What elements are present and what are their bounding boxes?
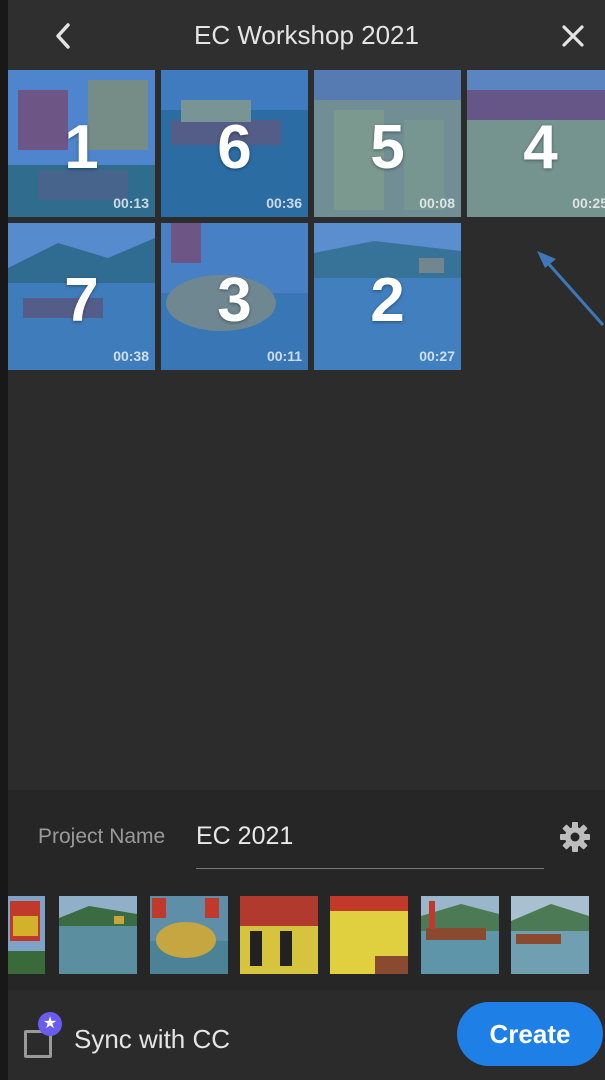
media-thumbnail[interactable] xyxy=(150,896,228,974)
page-title: EC Workshop 2021 xyxy=(194,20,419,50)
media-thumbnail[interactable] xyxy=(8,896,45,974)
thumbnail-image xyxy=(8,896,45,974)
media-thumbnail[interactable] xyxy=(240,896,318,974)
project-name-input[interactable]: EC 2021 xyxy=(196,822,293,851)
media-thumbnail-strip[interactable] xyxy=(8,896,605,976)
clip-duration: 00:27 xyxy=(419,348,455,364)
clip-tile[interactable]: 5 00:08 xyxy=(314,70,461,217)
close-button[interactable] xyxy=(557,20,589,52)
media-thumbnail[interactable] xyxy=(511,896,589,974)
settings-button[interactable] xyxy=(558,820,592,854)
project-panel: Project Name EC 2021 ★ Sync with CC Crea… xyxy=(8,790,605,1080)
clip-tile[interactable]: 3 00:11 xyxy=(161,223,308,370)
clip-tile[interactable]: 2 00:27 xyxy=(314,223,461,370)
clip-order-number: 6 xyxy=(217,113,252,182)
clip-order-number: 3 xyxy=(217,266,252,335)
footer-bar: ★ Sync with CC Create xyxy=(8,990,605,1080)
thumbnail-image xyxy=(240,896,318,974)
clip-duration: 00:08 xyxy=(419,195,455,211)
star-badge-icon: ★ xyxy=(38,1012,62,1036)
clip-duration: 00:25 xyxy=(572,195,605,211)
thumbnail-image xyxy=(59,896,137,974)
media-thumbnail[interactable] xyxy=(421,896,499,974)
close-icon xyxy=(562,25,584,47)
thumbnail-image xyxy=(511,896,589,974)
media-thumbnail[interactable] xyxy=(59,896,137,974)
thumbnail-image xyxy=(330,896,408,974)
top-bar: EC Workshop 2021 xyxy=(8,0,605,70)
clip-tile[interactable]: 1 00:13 xyxy=(8,70,155,217)
selected-clips-grid: 1 00:13 6 00:36 5 00:08 4 00:25 7 00:38 … xyxy=(8,70,605,370)
sync-label[interactable]: Sync with CC xyxy=(74,1024,230,1055)
clip-order-number: 1 xyxy=(64,113,99,182)
clip-tile[interactable]: 6 00:36 xyxy=(161,70,308,217)
media-thumbnail[interactable] xyxy=(330,896,408,974)
left-edge-strip xyxy=(0,0,8,1080)
clip-duration: 00:13 xyxy=(113,195,149,211)
clip-duration: 00:36 xyxy=(266,195,302,211)
clip-duration: 00:38 xyxy=(113,348,149,364)
clip-order-number: 5 xyxy=(370,113,405,182)
thumbnail-image xyxy=(150,896,228,974)
create-button[interactable]: Create xyxy=(457,1002,603,1066)
gear-icon xyxy=(560,822,590,852)
project-name-label: Project Name xyxy=(38,825,166,848)
clip-tile[interactable]: 4 00:25 xyxy=(467,70,605,217)
clip-order-number: 2 xyxy=(370,266,405,335)
clip-duration: 00:11 xyxy=(266,348,302,364)
clip-order-number: 4 xyxy=(523,113,558,182)
thumbnail-image xyxy=(421,896,499,974)
clip-order-number: 7 xyxy=(64,266,99,335)
input-underline xyxy=(196,868,544,869)
clip-tile[interactable]: 7 00:38 xyxy=(8,223,155,370)
